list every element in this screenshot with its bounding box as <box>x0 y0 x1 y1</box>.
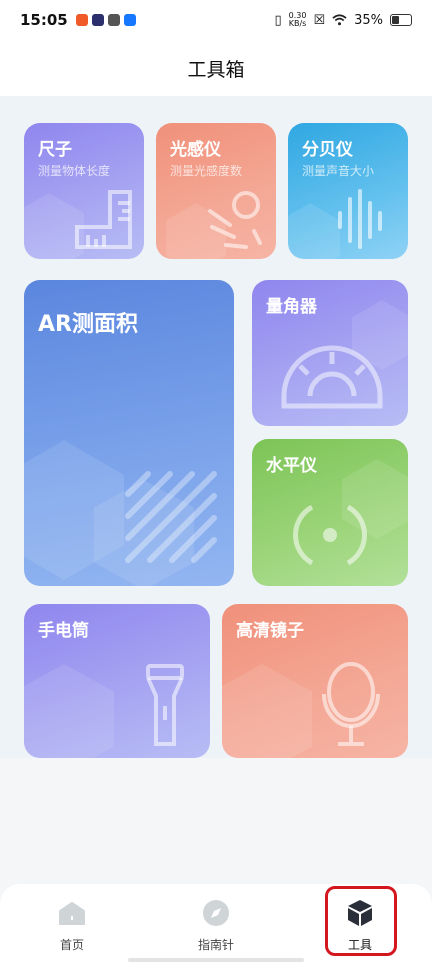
decibel-meter-subtitle: 测量声音大小 <box>302 164 375 178</box>
ruler-card[interactable]: 尺子 测量物体长度 <box>24 123 144 259</box>
sound-wave-icon <box>338 189 382 249</box>
page-title: 工具箱 <box>187 58 245 81</box>
tab-home-label: 首页 <box>59 938 84 952</box>
mirror-icon <box>322 662 380 746</box>
light-meter-icon <box>208 191 262 249</box>
ar-area-title: AR测面积 <box>38 312 138 337</box>
tab-tools-highlight <box>325 886 397 956</box>
flashlight-card[interactable]: 手电筒 <box>24 604 210 758</box>
protractor-card[interactable]: 量角器 <box>252 280 408 426</box>
flashlight-title: 手电筒 <box>38 621 89 641</box>
battery-icon <box>390 14 412 26</box>
light-meter-subtitle: 测量光感度数 <box>170 164 243 178</box>
app-notification-icon <box>75 14 88 26</box>
status-time: 15:05 <box>20 11 68 29</box>
protractor-icon <box>281 345 383 409</box>
app-notification-icon <box>107 14 120 26</box>
flashlight-icon <box>146 664 184 746</box>
sim-icon: ☒ <box>313 12 326 28</box>
tab-home[interactable]: 首页 <box>12 898 132 953</box>
app-notification-icon <box>123 14 136 26</box>
level-icon <box>293 504 367 566</box>
wifi-icon <box>332 14 347 26</box>
mirror-card[interactable]: 高清镜子 <box>222 604 408 758</box>
app-notification-icon <box>91 14 104 26</box>
ruler-title: 尺子 <box>38 140 72 160</box>
tab-compass[interactable]: 指南针 <box>156 898 276 953</box>
home-indicator <box>128 958 304 962</box>
protractor-title: 量角器 <box>266 297 317 317</box>
decibel-meter-card[interactable]: 分贝仪 测量声音大小 <box>288 123 408 259</box>
ar-area-card[interactable]: AR测面积 <box>24 280 234 586</box>
page-header: 工具箱 <box>0 40 432 96</box>
light-meter-title: 光感仪 <box>170 140 221 160</box>
decibel-meter-title: 分贝仪 <box>302 140 353 160</box>
home-icon <box>59 902 85 925</box>
mirror-title: 高清镜子 <box>236 621 304 641</box>
battery-text: 35% <box>354 12 383 28</box>
status-bar: 15:05 ▯ 0.30 KB/s ☒ 35% <box>0 0 432 40</box>
level-card[interactable]: 水平仪 <box>252 439 408 586</box>
light-meter-card[interactable]: 光感仪 测量光感度数 <box>156 123 276 259</box>
vibrate-icon: ▯ <box>274 12 282 28</box>
tab-compass-label: 指南针 <box>197 938 234 952</box>
ruler-icon <box>75 190 132 249</box>
area-hatch-icon <box>125 471 217 563</box>
level-title: 水平仪 <box>266 456 317 476</box>
net-speed-unit: KB/s <box>288 19 307 28</box>
net-speed: 0.30 KB/s <box>289 12 307 28</box>
ruler-subtitle: 测量物体长度 <box>38 164 111 178</box>
compass-icon <box>203 900 229 926</box>
notification-icons <box>75 14 136 26</box>
tools-grid: 尺子 测量物体长度 光感仪 测量光感度数 分贝仪 测量声音大小 AR测面积 量角… <box>0 96 432 758</box>
